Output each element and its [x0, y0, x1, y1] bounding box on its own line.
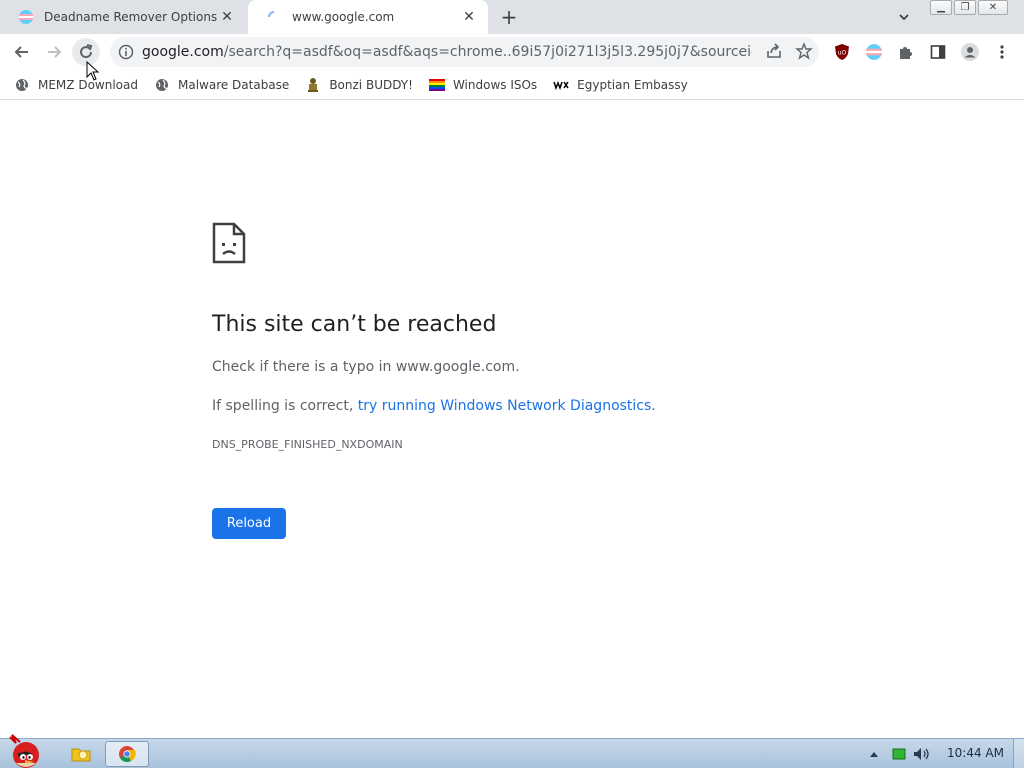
puzzle-icon	[900, 47, 912, 59]
taskbar-clock[interactable]: 10:44 AM	[947, 746, 1004, 760]
trans-flag-icon	[19, 10, 33, 24]
battery-icon	[892, 748, 906, 760]
close-tab-icon[interactable]: ✕	[460, 8, 478, 26]
taskbar: 10:44 AM	[0, 734, 1024, 768]
tab-title: www.google.com	[292, 10, 395, 24]
tab-strip: Deadname Remover Options ✕ www.google.co…	[0, 0, 1024, 34]
globe-icon	[14, 77, 30, 93]
battery-tray-button[interactable]	[891, 741, 907, 767]
tab-search-chevron-icon[interactable]	[895, 8, 913, 26]
diagnostics-prefix: If spelling is correct,	[212, 398, 358, 414]
tab-deadname-remover[interactable]: Deadname Remover Options ✕	[0, 0, 246, 34]
toolbar: google.com/search?q=asdf&oq=asdf&aqs=chr…	[0, 34, 1024, 70]
chrome-menu-button[interactable]	[991, 41, 1013, 63]
wix-icon	[553, 77, 569, 93]
bookmark-label: Bonzi BUDDY!	[329, 77, 413, 92]
svg-text:uO: uO	[838, 50, 847, 57]
address-bar[interactable]: google.com/search?q=asdf&oq=asdf&aqs=chr…	[110, 37, 819, 67]
site-info-icon[interactable]	[118, 44, 134, 60]
network-diagnostics-link[interactable]: try running Windows Network Diagnostics	[358, 398, 652, 414]
back-button[interactable]	[8, 38, 36, 66]
error-page: This site can’t be reached Check if ther…	[0, 101, 1024, 737]
bookmark-windows-isos[interactable]: Windows ISOs	[428, 77, 538, 93]
show-hidden-icons-button[interactable]	[866, 741, 882, 767]
chevron-up-icon	[870, 752, 878, 757]
rainbow-flag-icon	[428, 77, 445, 93]
mouse-cursor-icon	[86, 61, 100, 81]
bookmark-label: Windows ISOs	[452, 77, 538, 92]
new-tab-button[interactable]: +	[498, 5, 520, 29]
bookmark-label: Malware Database	[177, 77, 290, 92]
typo-hint: Check if there is a typo in www.google.c…	[212, 359, 520, 375]
error-heading: This site can’t be reached	[212, 312, 497, 337]
ublock-extension-button[interactable]: uO	[831, 41, 853, 63]
speaker-icon	[914, 748, 929, 760]
loading-spinner-icon	[268, 11, 275, 18]
minimize-button[interactable]: ▁	[930, 0, 952, 15]
tab-google[interactable]: www.google.com ✕	[248, 0, 488, 34]
forward-arrow-icon	[48, 46, 62, 58]
tab-title: Deadname Remover Options	[44, 10, 218, 24]
start-button[interactable]	[0, 733, 50, 769]
folder-icon	[71, 748, 91, 762]
forward-button[interactable]	[40, 38, 68, 66]
globe-icon	[154, 77, 170, 93]
avatar-icon	[961, 43, 979, 61]
deadname-remover-extension-button[interactable]	[863, 41, 885, 63]
url-domain: google.com	[142, 44, 224, 60]
omnibox-actions	[765, 42, 813, 60]
bonzi-icon	[305, 77, 321, 93]
show-desktop-button[interactable]	[1013, 739, 1024, 768]
side-panel-button[interactable]	[927, 41, 949, 63]
bookmark-bonzi-buddy[interactable]: Bonzi BUDDY!	[305, 77, 413, 93]
diagnostics-suffix: .	[651, 398, 656, 414]
reload-page-button[interactable]: Reload	[212, 508, 286, 539]
share-icon[interactable]	[765, 42, 783, 60]
sad-page-icon	[212, 222, 246, 264]
diagnostics-hint: If spelling is correct, try running Wind…	[212, 398, 656, 414]
restore-button[interactable]: ❐	[954, 0, 976, 15]
side-panel-icon	[930, 45, 946, 59]
chrome-icon	[119, 746, 136, 762]
url-text[interactable]: google.com/search?q=asdf&oq=asdf&aqs=chr…	[142, 44, 752, 60]
angry-bird-icon	[9, 734, 39, 768]
error-code: DNS_PROBE_FINISHED_NXDOMAIN	[212, 438, 403, 451]
taskbar-chrome-button[interactable]	[105, 741, 149, 767]
close-tab-icon[interactable]: ✕	[218, 8, 236, 26]
url-path: /search?q=asdf&oq=asdf&aqs=chrome..69i57…	[223, 44, 752, 60]
bookmark-egyptian-embassy[interactable]: Egyptian Embassy	[553, 77, 688, 93]
more-vert-icon	[1000, 45, 1004, 59]
reload-icon	[80, 44, 93, 59]
bookmarks-bar: MEMZ Download Malware Database Bonzi BUD…	[0, 70, 1024, 100]
taskbar-explorer-button[interactable]	[66, 741, 96, 767]
trans-flag-icon	[866, 44, 882, 60]
back-arrow-icon	[14, 46, 28, 58]
extensions-button[interactable]	[895, 41, 917, 63]
profile-button[interactable]	[959, 41, 981, 63]
window-controls: ▁ ❐ ✕	[928, 0, 1008, 17]
bookmark-star-icon[interactable]	[795, 42, 813, 60]
volume-tray-button[interactable]	[912, 741, 932, 767]
close-window-button[interactable]: ✕	[978, 0, 1008, 15]
bookmark-label: Egyptian Embassy	[577, 77, 688, 92]
ublock-icon: uO	[835, 44, 849, 60]
bookmark-malware-database[interactable]: Malware Database	[154, 77, 289, 93]
bookmark-memz-download[interactable]: MEMZ Download	[14, 77, 138, 93]
